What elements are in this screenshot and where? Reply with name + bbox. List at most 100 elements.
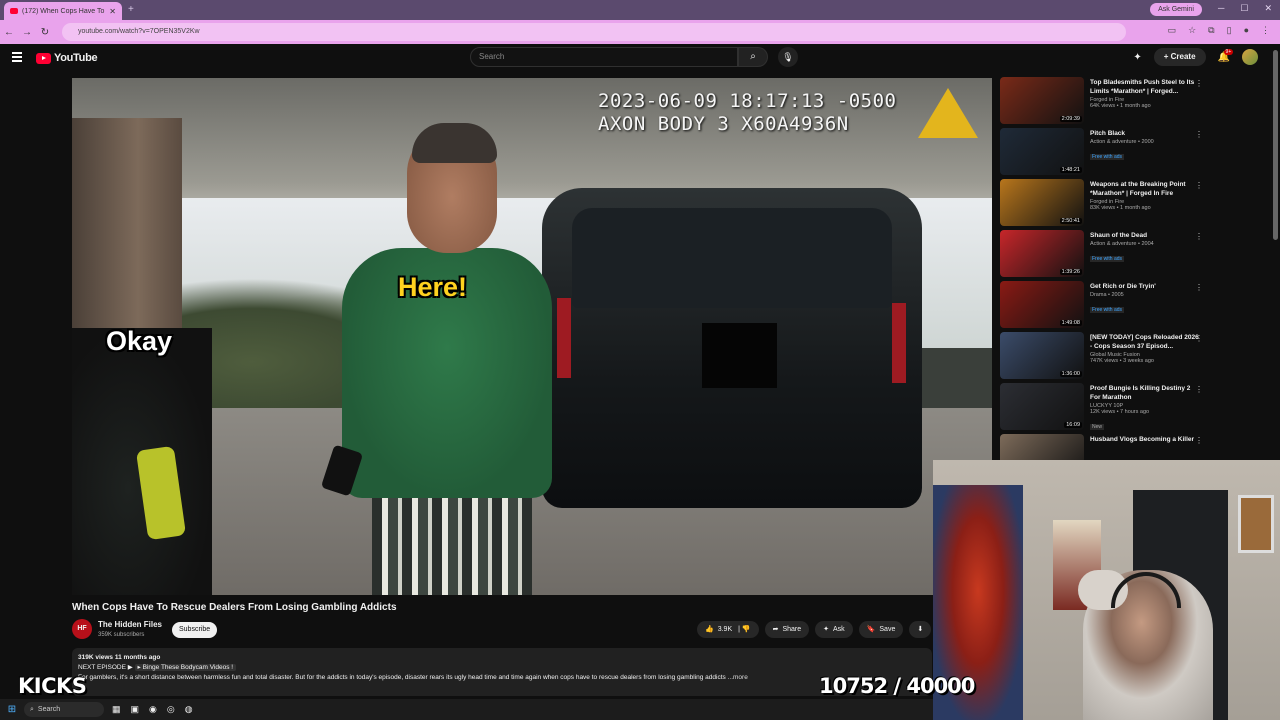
recommendation-thumbnail[interactable]: 2:50:41 — [1000, 179, 1084, 226]
video-player[interactable]: 2023-06-09 18:17:13 -0500 AXON BODY 3 X6… — [72, 78, 992, 595]
reload-icon[interactable]: ↻ — [36, 27, 54, 38]
scene-man-hair — [412, 123, 497, 163]
video-duration: 1:39:26 — [1059, 269, 1082, 275]
caption-here: Here! — [398, 272, 468, 302]
recommendation-thumbnail[interactable]: 16:09 — [1000, 383, 1084, 430]
recommendation-title[interactable]: Weapons at the Breaking Point *Marathon*… — [1090, 180, 1202, 198]
recommendation-thumbnail[interactable] — [1000, 434, 1084, 460]
playlist-link[interactable]: ▸ Binge These Bodycam Videos ! — [134, 664, 237, 671]
close-window-icon[interactable]: ✕ — [1264, 3, 1272, 14]
recommendation-channel[interactable]: Action & adventure • 2000 — [1090, 139, 1202, 145]
sidepanel-icon[interactable]: ▯ — [1227, 25, 1232, 36]
recommendation-thumbnail[interactable]: 1:36:00 — [1000, 332, 1084, 379]
description-box[interactable]: 319K views 11 months ago NEXT EPISODE ▶ … — [72, 648, 932, 696]
recommendation-item[interactable]: Husband Vlogs Becoming a Killer ⋮ — [1000, 434, 1270, 460]
show-more-link[interactable]: ...more — [728, 674, 748, 681]
recommendation-info: Proof Bungie Is Killing Destiny 2 For Ma… — [1090, 383, 1202, 434]
channel-avatar[interactable]: HF — [72, 619, 92, 639]
search-icon[interactable]: ⌕ — [738, 47, 768, 67]
close-tab-icon[interactable]: ✕ — [109, 7, 116, 16]
minimize-icon[interactable]: ─ — [1218, 3, 1224, 14]
new-tab-button[interactable]: + — [128, 4, 134, 15]
back-icon[interactable]: ← — [0, 27, 18, 38]
recommendation-title[interactable]: Proof Bungie Is Killing Destiny 2 For Ma… — [1090, 384, 1202, 402]
windows-start-icon[interactable]: ⊞ — [0, 704, 24, 715]
widget-icon[interactable]: ▦ — [112, 704, 121, 715]
extensions-icon[interactable]: ⧉ — [1208, 25, 1214, 36]
scene-suv-window — [572, 208, 892, 308]
scene-taillight-right — [892, 303, 906, 383]
profile-icon[interactable]: ● — [1244, 25, 1249, 36]
bookmark-star-icon[interactable]: ☆ — [1188, 25, 1196, 36]
recommendation-title[interactable]: [NEW TODAY] Cops Reloaded 2026 - Cops Se… — [1090, 333, 1202, 351]
recommendation-thumbnail[interactable]: 1:39:26 — [1000, 230, 1084, 277]
recommendation-item[interactable]: 1:36:00 [NEW TODAY] Cops Reloaded 2026 -… — [1000, 332, 1270, 383]
recommendation-item[interactable]: 2:09:39 Top Bladesmiths Push Steel to It… — [1000, 77, 1270, 128]
recommendation-title[interactable]: Pitch Black — [1090, 129, 1202, 138]
ask-gemini-button[interactable]: Ask Gemini — [1150, 3, 1202, 16]
recommendation-title[interactable]: Husband Vlogs Becoming a Killer — [1090, 435, 1202, 444]
cast-icon[interactable]: ✦ — [1133, 52, 1141, 63]
share-label: Share — [782, 626, 802, 633]
url-field[interactable]: youtube.com/watch?v=7OPEN35V2Kw — [62, 23, 1126, 41]
search-input[interactable]: Search — [470, 47, 738, 67]
recommendation-title[interactable]: Top Bladesmiths Push Steel to Its Limits… — [1090, 78, 1202, 96]
notifications-bell-icon[interactable]: 🔔 9+ — [1218, 48, 1234, 63]
ask-button[interactable]: ✦ Ask — [815, 621, 853, 638]
thumbs-down-icon[interactable]: | 👎 — [736, 621, 751, 638]
recommendation-item[interactable]: 2:50:41 Weapons at the Breaking Point *M… — [1000, 179, 1270, 230]
more-options-icon[interactable]: ⋮ — [1195, 130, 1203, 139]
webcam-overlay — [933, 460, 1280, 720]
recommendation-thumbnail[interactable]: 1:48:21 — [1000, 128, 1084, 175]
discord-icon[interactable]: ◉ — [149, 704, 157, 715]
windows-taskbar: ⊞ ⌕ Search ▦ ▣ ◉ ◎ ◍ — [0, 699, 933, 720]
more-options-icon[interactable]: ⋮ — [1195, 232, 1203, 241]
recommendation-item[interactable]: 1:39:26 Shaun of the Dead Action & adven… — [1000, 230, 1270, 281]
recommendation-thumbnail[interactable]: 1:49:08 — [1000, 281, 1084, 328]
browser-menu-icon[interactable]: ⋮ — [1261, 25, 1270, 36]
more-options-icon[interactable]: ⋮ — [1195, 181, 1203, 190]
create-button[interactable]: + Create — [1153, 48, 1206, 66]
forward-icon[interactable]: → — [18, 27, 36, 38]
browser-tab[interactable]: (172) When Cops Have To R ✕ — [4, 2, 122, 20]
subscribe-button[interactable]: Subscribe — [172, 622, 218, 638]
youtube-logo[interactable]: YouTube — [36, 52, 98, 64]
maximize-icon[interactable]: ☐ — [1240, 3, 1248, 14]
like-button[interactable]: 👍 3.9K | 👎 — [697, 621, 759, 638]
app-icon[interactable]: ◍ — [185, 704, 193, 715]
file-explorer-icon[interactable]: ▣ — [131, 704, 140, 715]
recommendation-item[interactable]: 16:09 Proof Bungie Is Killing Destiny 2 … — [1000, 383, 1270, 434]
hamburger-menu-icon[interactable] — [12, 52, 22, 62]
recommendation-channel[interactable]: Drama • 2005 — [1090, 292, 1202, 298]
more-options-icon[interactable]: ⋮ — [1195, 385, 1203, 394]
download-button[interactable]: ⬇ — [909, 621, 932, 638]
recommendation-title[interactable]: Shaun of the Dead — [1090, 231, 1202, 240]
youtube-wordmark: YouTube — [54, 52, 98, 64]
recommendation-item[interactable]: 1:49:08 Get Rich or Die Tryin' Drama • 2… — [1000, 281, 1270, 332]
thumbs-up-icon: 👍 — [705, 626, 714, 633]
recommendation-thumbnail[interactable]: 2:09:39 — [1000, 77, 1084, 124]
taskbar-icons: ▦ ▣ ◉ ◎ ◍ — [112, 704, 193, 715]
voice-search-icon[interactable]: 🎙 — [778, 47, 798, 67]
page-scrollbar[interactable] — [1273, 50, 1278, 240]
save-button[interactable]: 🔖 Save — [858, 621, 904, 638]
webcam-picture-frame — [1238, 495, 1274, 553]
more-options-icon[interactable]: ⋮ — [1195, 79, 1203, 88]
channel-name[interactable]: The Hidden Files — [98, 620, 162, 629]
video-duration: 2:50:41 — [1059, 218, 1082, 224]
more-options-icon[interactable]: ⋮ — [1195, 334, 1203, 343]
chrome-icon[interactable]: ◎ — [167, 704, 175, 715]
recommendation-title[interactable]: Get Rich or Die Tryin' — [1090, 282, 1202, 291]
more-options-icon[interactable]: ⋮ — [1195, 283, 1203, 292]
share-button[interactable]: ➦ Share — [764, 621, 810, 638]
recommendation-channel[interactable]: Action & adventure • 2004 — [1090, 241, 1202, 247]
recommendation-meta: 747K views • 3 weeks ago — [1090, 358, 1154, 364]
video-title: When Cops Have To Rescue Dealers From Lo… — [72, 602, 397, 613]
taskbar-search[interactable]: ⌕ Search — [24, 702, 104, 717]
recommendation-item[interactable]: 1:48:21 Pitch Black Action & adventure •… — [1000, 128, 1270, 179]
more-options-icon[interactable]: ⋮ — [1195, 436, 1203, 445]
description-body: For gamblers, it's a short distance betw… — [78, 674, 726, 681]
recommendation-meta: 64K views • 1 month ago — [1090, 103, 1151, 109]
account-avatar[interactable] — [1242, 49, 1258, 65]
install-icon[interactable]: ▭ — [1168, 25, 1177, 36]
